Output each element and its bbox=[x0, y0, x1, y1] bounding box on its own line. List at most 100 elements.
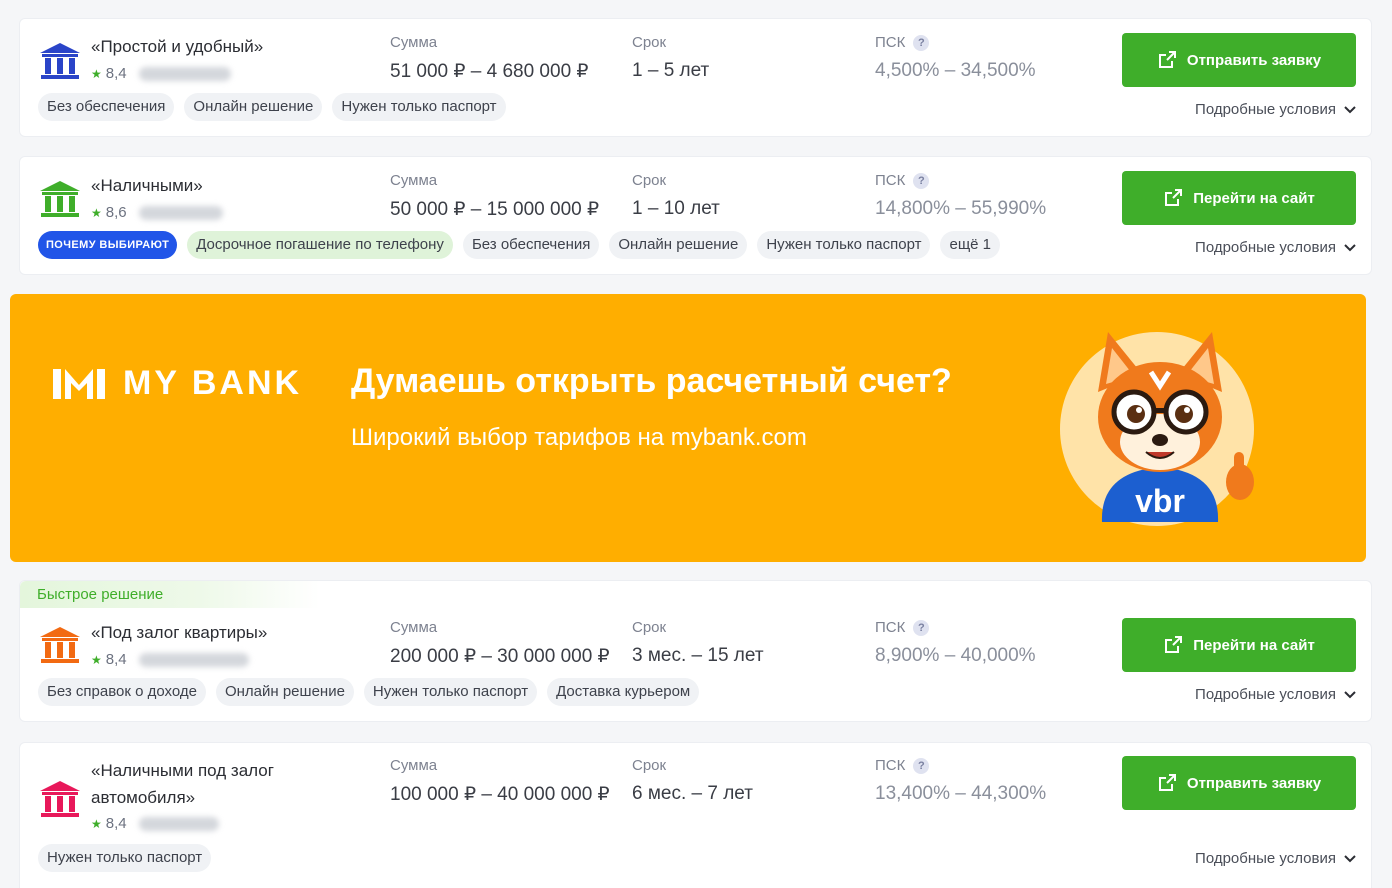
details-link[interactable]: Подробные условия bbox=[1195, 850, 1356, 867]
star-icon: ★ bbox=[91, 66, 102, 81]
psk-value: 14,800% – 55,990% bbox=[875, 198, 1047, 219]
term-value: 6 мес. – 7 лет bbox=[632, 783, 753, 804]
go-to-site-button[interactable]: Перейти на сайт bbox=[1122, 171, 1356, 225]
bank-icon bbox=[40, 627, 80, 663]
term-label: Срок bbox=[632, 172, 667, 189]
tag: Без справок о доходе bbox=[38, 678, 206, 706]
tag: Нужен только паспорт bbox=[332, 93, 506, 121]
psk-label: ПСК? bbox=[875, 757, 1046, 774]
bank-name-blurred bbox=[138, 652, 249, 667]
rating-value: 8,6 bbox=[105, 204, 127, 221]
sum-value: 51 000 ₽ – 4 680 000 ₽ bbox=[390, 61, 589, 82]
promo-banner[interactable]: MY BANK Думаешь открыть расчетный счет? … bbox=[10, 294, 1366, 562]
offer-card: «Простой и удобный» ★ 8,4 Сумма 51 000 ₽… bbox=[19, 18, 1372, 137]
why-choose-badge[interactable]: ПОЧЕМУ ВЫБИРАЮТ bbox=[38, 231, 178, 259]
external-link-icon bbox=[1158, 51, 1176, 68]
tag-list: Нужен только паспорт bbox=[38, 844, 212, 872]
more-tags-button[interactable]: ещё 1 bbox=[940, 231, 1001, 259]
mascot-label: vbr bbox=[1135, 483, 1185, 519]
psk-label: ПСК? bbox=[875, 34, 1036, 51]
tag: Онлайн решение bbox=[609, 231, 748, 259]
banner-subtitle: Широкий выбор тарифов на mybank.com bbox=[351, 424, 807, 451]
details-link[interactable]: Подробные условия bbox=[1195, 686, 1356, 703]
offer-card: Быстрое решение «Под залог квартиры» ★ 8… bbox=[19, 580, 1372, 722]
tag-list: Без справок о доходе Онлайн решение Нуже… bbox=[38, 678, 700, 706]
psk-label: ПСК? bbox=[875, 172, 1046, 189]
bank-name-blurred bbox=[138, 66, 231, 81]
offer-name[interactable]: «Под залог квартиры» bbox=[91, 619, 351, 646]
psk-column: ПСК? 13,400% – 44,300% bbox=[875, 757, 1046, 805]
psk-column: ПСК? 4,500% – 34,500% bbox=[875, 34, 1036, 82]
term-column: Срок 3 мес. – 15 лет bbox=[632, 619, 764, 667]
send-application-button[interactable]: Отправить заявку bbox=[1122, 756, 1356, 810]
tag-list: Без обеспечения Онлайн решение Нужен тол… bbox=[38, 93, 506, 121]
star-icon: ★ bbox=[91, 205, 102, 220]
chevron-down-icon bbox=[1344, 690, 1356, 698]
offer-card: «Наличными под залог автомобиля» ★ 8,4 С… bbox=[19, 742, 1372, 888]
sum-value: 100 000 ₽ – 40 000 000 ₽ bbox=[390, 784, 610, 805]
chevron-down-icon bbox=[1344, 243, 1356, 251]
banner-headline: Думаешь открыть расчетный счет? bbox=[351, 362, 952, 400]
offer-name[interactable]: «Простой и удобный» bbox=[91, 33, 351, 60]
term-value: 1 – 10 лет bbox=[632, 198, 720, 219]
chevron-down-icon bbox=[1344, 105, 1356, 113]
tag: Без обеспечения bbox=[462, 231, 600, 259]
tag-list: ПОЧЕМУ ВЫБИРАЮТ Досрочное погашение по т… bbox=[38, 231, 1001, 259]
term-value: 1 – 5 лет bbox=[632, 60, 710, 81]
tag: Доставка курьером bbox=[547, 678, 700, 706]
psk-value: 13,400% – 44,300% bbox=[875, 783, 1047, 804]
bank-icon bbox=[40, 43, 80, 79]
details-link[interactable]: Подробные условия bbox=[1195, 101, 1356, 118]
mybank-logo-icon bbox=[53, 368, 105, 399]
send-application-button[interactable]: Отправить заявку bbox=[1122, 33, 1356, 87]
bank-icon bbox=[40, 181, 80, 217]
rating-value: 8,4 bbox=[105, 651, 127, 668]
chevron-down-icon bbox=[1344, 854, 1356, 862]
star-icon: ★ bbox=[91, 816, 102, 831]
tag: Нужен только паспорт bbox=[757, 231, 931, 259]
term-column: Срок 1 – 10 лет bbox=[632, 172, 720, 220]
help-icon[interactable]: ? bbox=[913, 172, 930, 189]
highlight-tag: Досрочное погашение по телефону bbox=[187, 231, 453, 259]
sum-label: Сумма bbox=[390, 34, 438, 51]
rating: ★ 8,6 bbox=[91, 204, 223, 221]
term-label: Срок bbox=[632, 34, 667, 51]
star-icon: ★ bbox=[91, 652, 102, 667]
mybank-logo: MY BANK bbox=[53, 364, 302, 403]
sum-label: Сумма bbox=[390, 757, 438, 774]
external-link-icon bbox=[1165, 189, 1183, 206]
rating: ★ 8,4 bbox=[91, 651, 249, 668]
sum-column: Сумма 51 000 ₽ – 4 680 000 ₽ bbox=[390, 34, 589, 83]
bank-icon bbox=[40, 781, 80, 817]
sum-value: 200 000 ₽ – 30 000 000 ₽ bbox=[390, 646, 610, 667]
help-icon[interactable]: ? bbox=[913, 34, 930, 51]
bank-name-blurred bbox=[138, 205, 223, 220]
tag: Нужен только паспорт bbox=[38, 844, 212, 872]
tag: Онлайн решение bbox=[184, 93, 323, 121]
sum-column: Сумма 100 000 ₽ – 40 000 000 ₽ bbox=[390, 757, 610, 806]
sum-label: Сумма bbox=[390, 619, 438, 636]
sum-label: Сумма bbox=[390, 172, 438, 189]
psk-column: ПСК? 8,900% – 40,000% bbox=[875, 619, 1036, 667]
offer-card: «Наличными» ★ 8,6 Сумма 50 000 ₽ – 15 00… bbox=[19, 156, 1372, 275]
term-label: Срок bbox=[632, 619, 667, 636]
psk-label: ПСК? bbox=[875, 619, 1036, 636]
tag: Без обеспечения bbox=[38, 93, 175, 121]
offer-name[interactable]: «Наличными под залог автомобиля» bbox=[91, 757, 311, 811]
help-icon[interactable]: ? bbox=[913, 757, 930, 774]
rating-value: 8,4 bbox=[105, 815, 127, 832]
psk-column: ПСК? 14,800% – 55,990% bbox=[875, 172, 1046, 220]
external-link-icon bbox=[1165, 636, 1183, 653]
go-to-site-button[interactable]: Перейти на сайт bbox=[1122, 618, 1356, 672]
term-value: 3 мес. – 15 лет bbox=[632, 645, 764, 666]
bank-name-blurred bbox=[138, 816, 219, 831]
logo-text: MY BANK bbox=[123, 364, 303, 402]
sum-column: Сумма 50 000 ₽ – 15 000 000 ₽ bbox=[390, 172, 599, 221]
term-column: Срок 1 – 5 лет bbox=[632, 34, 709, 82]
details-link[interactable]: Подробные условия bbox=[1195, 239, 1356, 256]
sum-value: 50 000 ₽ – 15 000 000 ₽ bbox=[390, 199, 600, 220]
offer-name[interactable]: «Наличными» bbox=[91, 172, 351, 199]
tag: Онлайн решение bbox=[215, 678, 354, 706]
help-icon[interactable]: ? bbox=[913, 619, 930, 636]
fox-mascot-icon: vbr bbox=[1098, 332, 1254, 522]
